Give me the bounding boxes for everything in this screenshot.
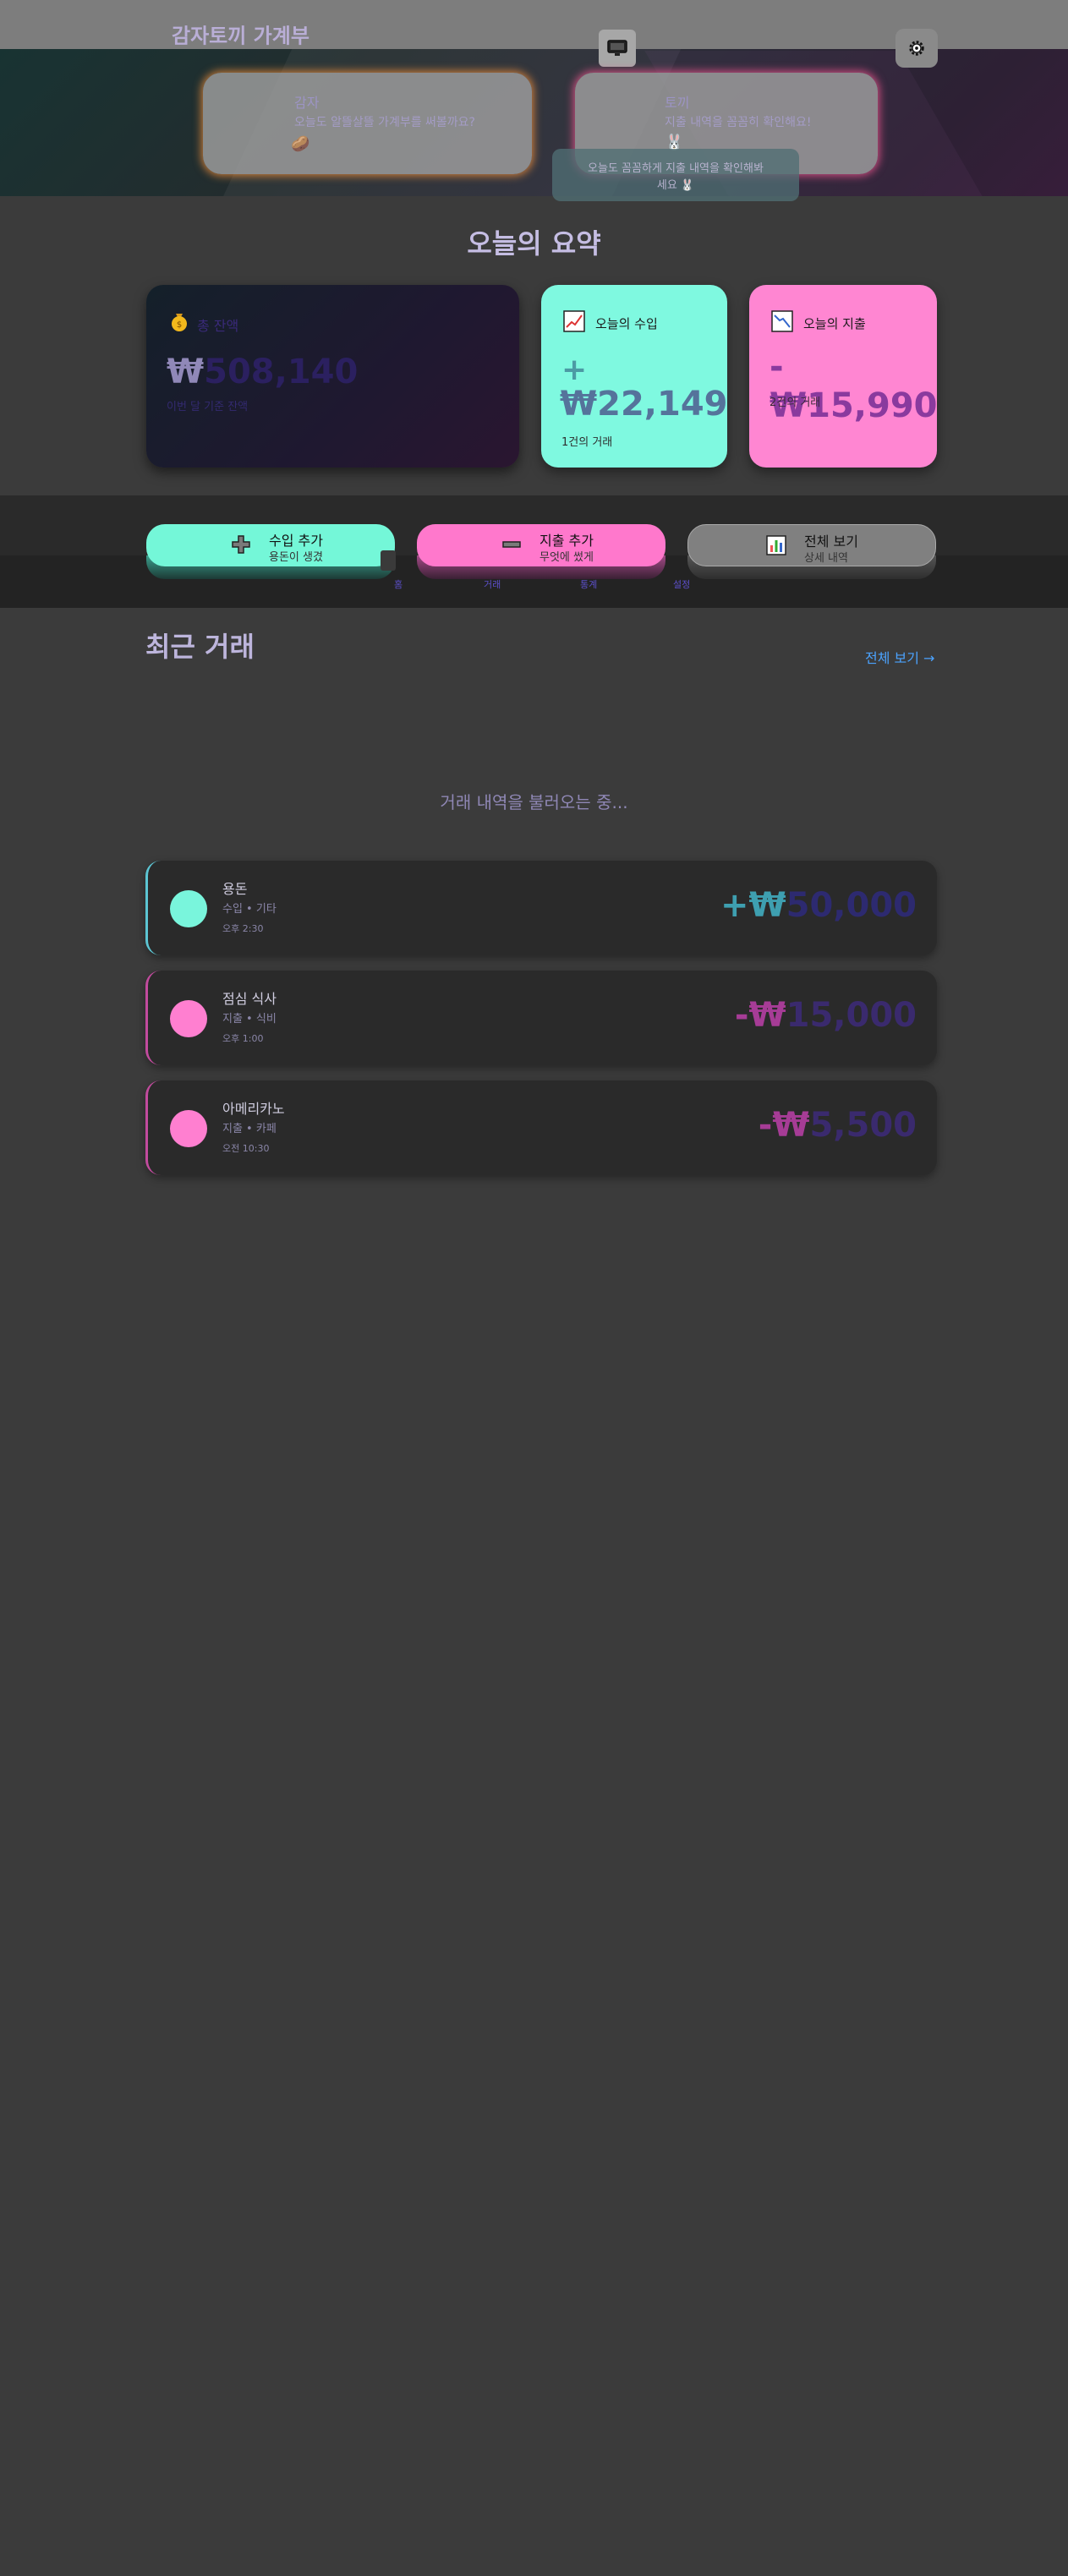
currency-symbol: ₩ [167,353,205,391]
nav-item-settings[interactable]: 설정 [673,577,690,591]
category-dot [170,1110,207,1147]
view-all-button[interactable]: 전체 보기 상세 내역 [687,524,936,566]
minus-icon [502,541,521,548]
character-message: 지출 내역을 꼼꼼히 확인해요! [665,116,812,129]
svg-text:$: $ [177,320,182,330]
transaction-category: 지출 • 카페 [222,1123,277,1135]
button-subtitle: 상세 내역 [804,552,848,565]
plus-icon [232,535,250,554]
nav-item-home[interactable]: 홈 [394,577,403,591]
card-label: 총 잔액 [197,318,239,334]
transaction-amount: -₩15,000 [735,996,917,1035]
transaction-row[interactable]: 용돈 수입 • 기타 오후 2:30 +₩50,000 [145,861,937,955]
summary-title: 오늘의 요약 [467,227,601,260]
nav-item-stats[interactable]: 통계 [580,577,597,591]
character-tooltip: 오늘도 꼼꼼하게 지출 내역을 확인해봐 세요 🐰 [552,149,799,201]
today-income-card[interactable]: 오늘의 수입 + ₩22,149 1건의 거래 [541,285,727,468]
category-dot [170,1000,207,1037]
amount-sign: -₩ [734,996,786,1035]
nav-indicator [381,550,396,571]
recent-transactions-title: 최근 거래 [145,631,255,663]
transaction-name: 아메리카노 [222,1101,285,1117]
potato-icon: 🥔 [291,135,310,153]
character-name: 감자 [294,95,320,111]
chart-up-icon [563,310,585,332]
amount-value: 5,500 [809,1106,917,1145]
total-balance-amount: ₩508,140 [167,353,358,391]
monitor-icon [607,40,627,56]
add-expense-button[interactable]: 지출 추가 무엇에 썼게 [417,524,665,566]
tooltip-line: 오늘도 꼼꼼하게 지출 내역을 확인해봐 [588,162,764,175]
transaction-row[interactable]: 점심 식사 지출 • 식비 오후 1:00 -₩15,000 [145,971,937,1065]
amount-sign: -₩ [758,1106,810,1145]
total-balance-card[interactable]: $ 총 잔액 ₩508,140 이번 달 기준 잔액 [146,285,519,468]
settings-button[interactable] [895,29,938,68]
button-subtitle: 무엇에 썼게 [539,551,594,564]
amount-value: 15,000 [786,996,917,1035]
today-expense-amount: -₩15,990 [770,347,938,425]
add-income-button[interactable]: 수입 추가 용돈이 생겼 [146,524,395,566]
today-expense-card[interactable]: 오늘의 지출 -₩15,990 2건의 거래 [749,285,937,468]
transaction-row[interactable]: 아메리카노 지출 • 카페 오전 10:30 -₩5,500 [145,1080,937,1175]
button-subtitle: 용돈이 생겼 [269,551,323,564]
button-title: 수입 추가 [269,533,323,549]
app-title: 감자토끼 가계부 [172,24,309,48]
category-dot [170,890,207,927]
transaction-amount: -₩5,500 [759,1106,917,1145]
plus-sign: + [561,353,588,387]
view-all-link[interactable]: 전체 보기 → [865,647,934,667]
transaction-category: 수입 • 기타 [222,903,277,916]
card-subtext: 2건의 거래 [770,397,821,409]
transaction-amount: +₩50,000 [720,886,917,925]
character-message: 오늘도 알뜰살뜰 가계부를 써볼까요? [294,116,475,129]
transaction-category: 지출 • 식비 [222,1013,277,1025]
gear-icon [909,41,924,56]
character-name: 토끼 [665,95,690,111]
loading-message: 거래 내역을 불러오는 중... [440,792,628,812]
card-subtext: 1건의 거래 [561,436,613,449]
card-label: 오늘의 지출 [803,316,866,331]
amount-value: 508,140 [204,353,359,391]
amount-value: 50,000 [786,886,917,925]
bar-chart-icon [766,535,786,555]
button-title: 지출 추가 [539,533,594,549]
button-title: 전체 보기 [804,533,858,550]
transaction-time: 오후 2:30 [222,923,264,934]
card-subtext: 이번 달 기준 잔액 [167,401,249,413]
amount-sign: +₩ [720,886,786,925]
money-bag-icon: $ [172,314,187,331]
card-label: 오늘의 수입 [595,316,658,331]
tooltip-line: 세요 🐰 [656,179,695,192]
transaction-name: 용돈 [222,881,248,897]
potato-character-card[interactable]: 감자 오늘도 알뜰살뜰 가계부를 써볼까요? 🥔 [203,73,532,174]
chart-down-icon [771,310,793,332]
today-income-amount: ₩22,149 [560,385,728,424]
transaction-time: 오후 1:00 [222,1033,264,1044]
monitor-button[interactable] [599,30,636,67]
nav-item-transactions[interactable]: 거래 [484,577,501,591]
transaction-time: 오전 10:30 [222,1143,270,1154]
transaction-name: 점심 식사 [222,991,277,1007]
